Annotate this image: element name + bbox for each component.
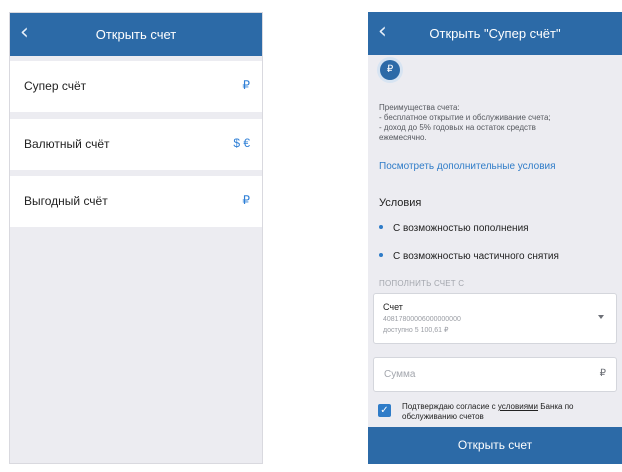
account-type-name: Супер счёт	[24, 79, 87, 93]
dropdown-arrow-icon[interactable]	[598, 315, 604, 319]
benefits-line: - бесплатное открытие и обслуживание сче…	[379, 113, 551, 122]
benefits-line: ежемесячно.	[379, 133, 427, 142]
header-title: Открыть счет	[95, 27, 177, 42]
additional-conditions-link[interactable]: Посмотреть дополнительные условия	[379, 161, 556, 173]
benefits-line: Преимущества счета:	[379, 103, 460, 112]
agreement-text: Подтверждаю согласие с условиями Банка п…	[402, 402, 618, 422]
header: ‹ Открыть счет	[10, 13, 262, 56]
source-account-select[interactable]: Счет 40817800006000000000 доступно 5 100…	[373, 293, 617, 344]
header-title: Открыть "Супер счёт"	[429, 26, 561, 41]
amount-placeholder: Сумма	[384, 369, 416, 380]
benefits-line: - доход до 5% годовых на остаток средств	[379, 123, 536, 132]
ruble-icon: ₽	[599, 368, 606, 379]
ruble-coin-icon: ₽	[380, 60, 400, 80]
account-type-item-currency[interactable]: Валютный счёт $ €	[10, 119, 262, 170]
benefits-text: Преимущества счета: - бесплатное открыти…	[379, 103, 614, 143]
bullet-icon	[379, 225, 383, 230]
currency-icon: $ €	[233, 136, 250, 150]
source-account-number: 40817800006000000000	[383, 316, 461, 323]
fund-from-label: ПОПОЛНИТЬ СЧЕТ С	[379, 279, 465, 288]
condition-text: С возможностью частичного снятия	[393, 251, 559, 262]
condition-text: С возможностью пополнения	[393, 223, 529, 234]
currency-icon: ₽	[242, 193, 250, 207]
account-type-name: Валютный счёт	[24, 137, 110, 151]
conditions-title: Условия	[379, 197, 422, 209]
source-account-balance: доступно 5 100,61 ₽	[383, 327, 449, 334]
source-account-title: Счет	[383, 302, 403, 312]
account-type-item-profitable[interactable]: Выгодный счёт ₽	[10, 176, 262, 227]
open-account-screen: ‹ Открыть счет Супер счёт ₽ Валютный счё…	[9, 12, 263, 464]
bullet-icon	[379, 253, 383, 258]
account-details: ₽ Преимущества счета: - бесплатное откры…	[368, 55, 622, 427]
condition-item: С возможностью частичного снятия	[379, 251, 559, 263]
agreement-checkbox[interactable]: ✓	[378, 404, 391, 417]
agreement-text-part: Подтверждаю согласие с	[402, 402, 498, 411]
amount-input[interactable]: Сумма ₽	[373, 357, 617, 392]
account-type-item-super[interactable]: Супер счёт ₽	[10, 61, 262, 112]
currency-icon: ₽	[242, 78, 250, 92]
header: ‹ Открыть "Супер счёт"	[368, 12, 622, 55]
terms-link[interactable]: условиями	[498, 402, 538, 411]
condition-item: С возможностью пополнения	[379, 223, 529, 235]
open-super-account-screen: ‹ Открыть "Супер счёт" ₽ Преимущества сч…	[368, 12, 622, 464]
account-type-name: Выгодный счёт	[24, 194, 108, 208]
open-account-button[interactable]: Открыть счет	[368, 427, 622, 464]
